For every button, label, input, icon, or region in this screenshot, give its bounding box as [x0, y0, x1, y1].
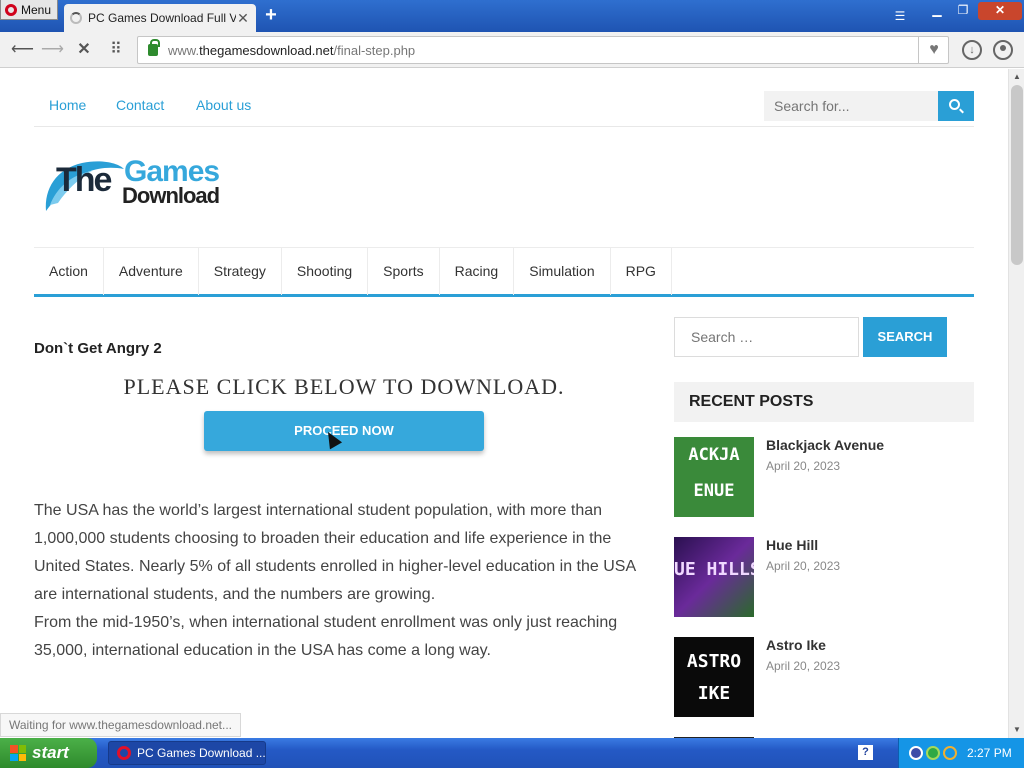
scroll-down-icon[interactable]: ▼	[1009, 722, 1024, 738]
recent-post-item[interactable]: ACKJA ENUE Blackjack Avenue April 20, 20…	[674, 437, 974, 517]
top-menu-home[interactable]: Home	[49, 97, 86, 113]
top-menu-contact[interactable]: Contact	[116, 97, 164, 113]
article-paragraph: From the mid-1950’s, when international …	[34, 614, 618, 659]
post-title: Don`t Get Angry 2	[34, 340, 162, 357]
post-date: April 20, 2023	[766, 459, 841, 473]
loading-spinner-icon	[70, 12, 82, 24]
opera-menu-label: Menu	[21, 2, 52, 17]
page-viewport: Home Contact About us The Games Download…	[0, 69, 1008, 738]
category-racing[interactable]: Racing	[440, 248, 515, 295]
category-action[interactable]: Action	[34, 248, 104, 295]
header-search-button[interactable]	[938, 91, 974, 121]
article-paragraph: The USA has the world’s largest internat…	[34, 502, 636, 603]
thumbnail-text: ASTRO	[686, 651, 742, 672]
recent-post-item[interactable]: UE HILLS Hue Hill April 20, 2023	[674, 537, 974, 617]
category-strategy[interactable]: Strategy	[199, 248, 282, 295]
url-path: /final-step.php	[333, 42, 416, 58]
stop-loading-button[interactable]: ✕	[74, 40, 94, 60]
lock-icon	[148, 39, 160, 56]
tab-menu-icon[interactable]: ☰	[892, 9, 908, 23]
account-icon[interactable]	[993, 40, 1013, 60]
post-date: April 20, 2023	[766, 559, 841, 573]
help-icon[interactable]: ?	[858, 745, 873, 760]
taskbar-item-label: PC Games Download ...	[137, 746, 266, 760]
category-adventure[interactable]: Adventure	[104, 248, 199, 295]
speed-dial-grid-icon[interactable]: ⠿	[106, 40, 126, 60]
category-simulation[interactable]: Simulation	[514, 248, 611, 295]
opera-logo-icon	[5, 3, 17, 16]
window-minimize-button[interactable]: ▁	[926, 2, 948, 20]
post-link-title[interactable]: Hue Hill	[766, 537, 818, 553]
scroll-up-icon[interactable]: ▲	[1009, 69, 1024, 85]
browser-tab-strip: Menu PC Games Download Full Version ✕ + …	[0, 0, 1024, 32]
page-scrollbar[interactable]: ▲ ▼	[1008, 69, 1024, 738]
forward-button[interactable]: ⟶	[41, 40, 64, 60]
post-date: April 20, 2023	[766, 659, 841, 673]
top-menu-about[interactable]: About us	[196, 97, 251, 113]
browser-tab-active[interactable]: PC Games Download Full Version ✕	[64, 4, 256, 32]
tab-title: PC Games Download Full Version	[88, 11, 236, 25]
opera-logo-icon	[117, 746, 131, 760]
site-logo[interactable]: The Games Download	[40, 153, 250, 223]
thumbnail-text: ENUE	[693, 481, 735, 501]
download-heading: PLEASE CLICK BELOW TO DOWNLOAD.	[123, 374, 565, 399]
post-link-title[interactable]: Astro Ike	[766, 637, 826, 653]
tab-close-icon[interactable]: ✕	[236, 10, 250, 27]
category-sports[interactable]: Sports	[368, 248, 440, 295]
taskbar-item-browser[interactable]: PC Games Download ...	[108, 741, 266, 765]
clock[interactable]: 2:27 PM	[967, 738, 1012, 768]
system-tray: 2:27 PM	[898, 738, 1024, 768]
loading-status-tooltip: Waiting for www.thegamesdownload.net...	[0, 713, 242, 737]
window-close-button[interactable]: ✕	[978, 2, 1022, 20]
logo-text-download: Download	[122, 183, 220, 208]
download-icon[interactable]: ↓	[962, 40, 982, 60]
url-domain: thegamesdownload.net	[199, 42, 334, 58]
windows-logo-icon	[10, 745, 26, 761]
taskbar: start PC Games Download ... ? 2:27 PM	[0, 738, 1024, 768]
bookmark-heart-icon[interactable]: ♥	[918, 36, 949, 64]
sidebar-search-input[interactable]	[674, 317, 859, 357]
opera-menu-button[interactable]: Menu	[0, 0, 58, 20]
tray-network-icon[interactable]	[909, 746, 923, 760]
url-field[interactable]: www.thegamesdownload.net/final-step.php	[137, 36, 949, 64]
url-text: www.thegamesdownload.net/final-step.php	[168, 43, 415, 58]
category-nav: Action Adventure Strategy Shooting Sport…	[34, 247, 974, 297]
start-label: start	[32, 743, 69, 762]
post-thumbnail[interactable]: ACKJA ENUE	[674, 437, 754, 517]
start-button[interactable]: start	[0, 738, 97, 768]
tray-security-icon[interactable]	[926, 746, 940, 760]
proceed-now-button[interactable]: PROCEED NOW	[204, 411, 484, 451]
recent-posts-heading: RECENT POSTS	[674, 382, 974, 422]
search-icon	[949, 99, 960, 110]
thumbnail-text: UE HILLS	[674, 559, 754, 580]
article-body: The USA has the world’s largest internat…	[34, 497, 656, 665]
recent-post-item[interactable]: ASTRO IKE Astro Ike April 20, 2023	[674, 637, 974, 717]
thumbnail-text: ACKJA	[688, 445, 740, 465]
post-link-title[interactable]: Blackjack Avenue	[766, 437, 884, 453]
scroll-thumb[interactable]	[1011, 85, 1023, 265]
window-restore-button[interactable]: ❐	[952, 2, 974, 20]
category-shooting[interactable]: Shooting	[282, 248, 369, 295]
category-rpg[interactable]: RPG	[611, 248, 672, 295]
post-thumbnail[interactable]: UE HILLS	[674, 537, 754, 617]
new-tab-button[interactable]: +	[262, 5, 280, 25]
address-toolbar: ⟵ ⟶ ✕ ⠿ www.thegamesdownload.net/final-s…	[0, 32, 1024, 68]
url-prefix: www.	[168, 42, 200, 58]
top-menu: Home Contact About us	[34, 86, 974, 127]
tray-search-icon[interactable]	[943, 746, 957, 760]
logo-text-the: The	[56, 161, 112, 199]
sidebar-search-button[interactable]: SEARCH	[863, 317, 947, 357]
post-thumbnail[interactable]: ASTRO IKE	[674, 637, 754, 717]
thumbnail-text: IKE	[697, 683, 731, 704]
header-search-input[interactable]	[764, 91, 938, 121]
back-button[interactable]: ⟵	[11, 40, 34, 60]
